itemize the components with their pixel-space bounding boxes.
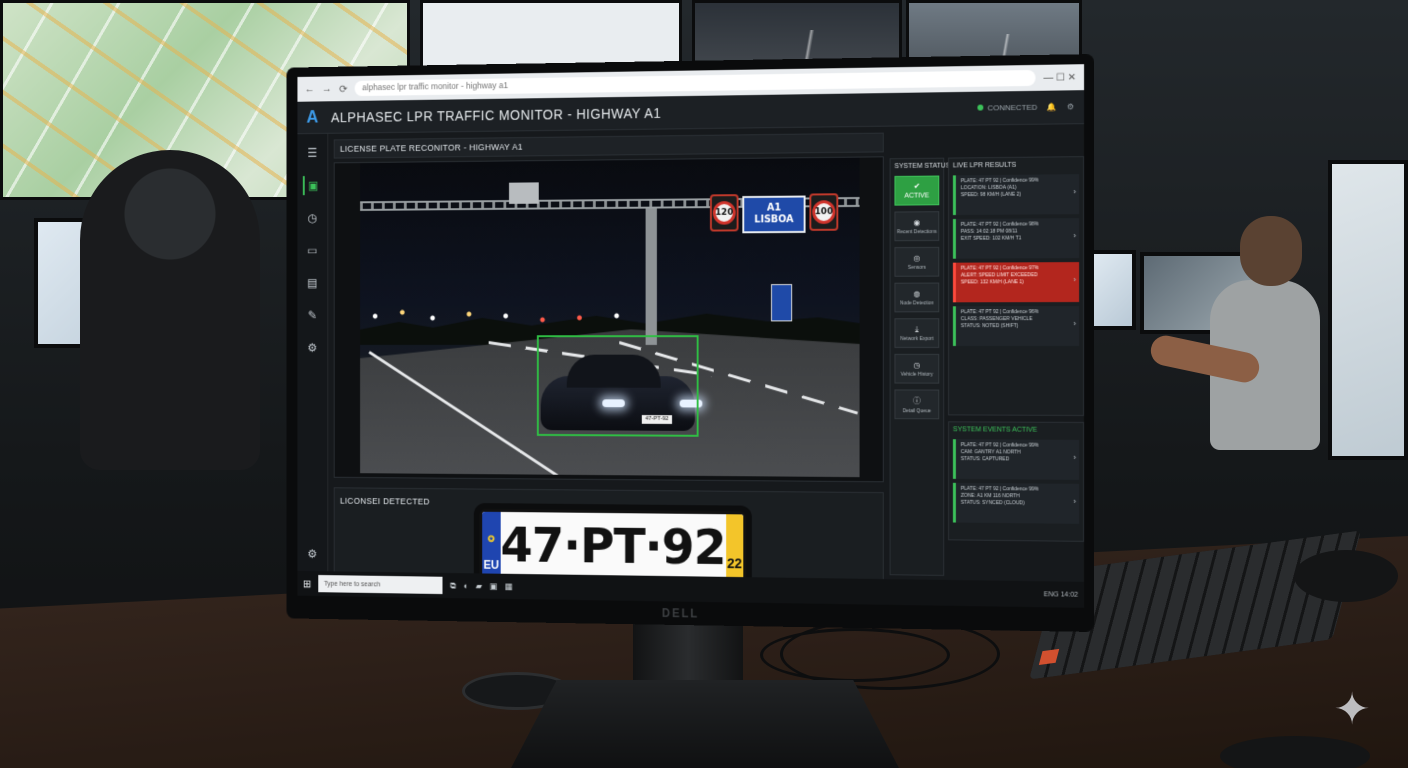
result-item[interactable]: PLATE: 47 PT 92 | Confidence 96% CLASS: … [952,306,1080,346]
side-monitor-far-right [1328,160,1408,460]
distant-traffic-lights [360,296,667,336]
settings-icon[interactable]: ⚙ [302,338,322,357]
radar-icon: ◍ [913,289,921,298]
result-item[interactable]: PLATE: 47 PT 92 | Confidence 98% PASS: 1… [952,218,1080,259]
detected-plate[interactable]: ✪ EU 47·PT·92 22 [479,508,747,585]
gantry-pillar [645,208,657,345]
node-detection-button[interactable]: ◍ Node Detection [894,282,940,313]
main-monitor: ← → ⟳ alphasec lpr traffic monitor - hig… [286,54,1094,632]
operator-left [80,150,260,470]
user-icon[interactable]: ⚙ [1067,102,1074,111]
task-view-icon[interactable]: ⧉ [450,580,456,591]
live-results-panel: LIVE LPR RESULTS PLATE: 47 PT 92 | Confi… [948,156,1085,416]
system-events-title: SYSTEM EVENTS ACTIVE [952,426,1038,434]
clock-icon: ◷ [913,360,921,370]
reload-icon[interactable]: ⟳ [339,82,347,95]
store-icon[interactable]: ▣ [490,581,498,592]
taskbar-search[interactable]: Type here to search [318,574,443,595]
sensor-icon: ◎ [913,253,921,263]
event-item[interactable]: PLATE: 47 PT 92 | Confidence 99% ZONE: A… [952,482,1080,524]
windows-start-icon[interactable]: ⊞ [303,577,311,590]
camera-feed[interactable]: 120 A1 LISBOA 100 47-PT-92 [360,157,860,478]
bell-icon[interactable]: 🔔 [1047,103,1057,112]
chevron-right-icon: › [1073,275,1077,285]
mouse[interactable] [1294,550,1398,602]
system-status-panel: SYSTEM STATUS ✔ ACTIVE ◉ Recent Detections… [889,157,951,576]
camera-icon: ◉ [913,217,921,227]
report-icon[interactable]: ▤ [302,273,322,292]
destination-label: LISBOA [754,214,794,226]
lpr-camera-unit [509,182,539,204]
sidebar: ☰ ▣ ◷ ▭ ▤ ✎ ⚙ ⚙ [297,133,329,572]
side-monitor-right-1 [1090,250,1136,330]
camera-panel-title: LICENSE PLATE RECONITOR - HIGHWAY A1 [333,132,884,159]
back-icon[interactable]: ← [305,83,315,95]
eu-band: ✪ EU [482,511,501,578]
app-icon[interactable]: ▦ [505,581,513,592]
plate-number: 47·PT·92 [500,516,726,576]
chevron-right-icon: › [1073,231,1077,241]
monitor-stand-base [510,680,900,768]
info-icon: ⓘ [912,395,921,405]
destination-sign: A1 LISBOA [742,195,806,234]
forward-icon[interactable]: → [322,83,332,95]
route-label: A1 [766,202,781,214]
chevron-right-icon: › [1073,452,1077,462]
history-icon[interactable]: ◷ [302,208,322,227]
connection-status: CONNECTED [977,103,1037,113]
check-icon: ✔ [913,181,921,191]
chevron-right-icon: › [1073,187,1077,197]
operator-head [1240,216,1302,286]
app-title: ALPHASEC LPR TRAFFIC MONITOR - HIGHWAY A… [330,104,662,125]
chevron-right-icon: › [1073,496,1077,506]
result-item[interactable]: PLATE: 47 PT 92 | Confidence 99% LOCATIO… [952,174,1080,216]
camera-feed-frame: 120 A1 LISBOA 100 47-PT-92 [333,156,884,483]
speed-limit-sign-left: 120 [709,194,739,232]
window-controls[interactable]: — ☐ ✕ [1044,72,1077,83]
monitor-icon[interactable]: ▭ [302,241,322,260]
detection-bounding-box[interactable] [536,335,699,437]
active-status-button[interactable]: ✔ ACTIVE [894,175,940,206]
recent-detections-button[interactable]: ◉ Recent Detections [894,211,940,242]
menu-icon[interactable]: ☰ [302,143,322,162]
edge-icon[interactable]: ◐ [463,581,468,591]
sensors-button[interactable]: ◎ Sensors [894,246,940,277]
live-results-title: LIVE LPR RESULTS [952,161,1017,170]
system-tray[interactable]: ENG 14:02 [1044,591,1078,598]
monitor-brand-logo: DELL [661,606,700,621]
header-status: CONNECTED 🔔 ⚙ [977,102,1074,113]
download-icon: ⤓ [915,324,919,334]
mouse-second[interactable] [1220,736,1370,768]
app-logo: A [306,107,319,127]
sparkle-icon: ✦ [1333,685,1371,734]
operator-right [1148,216,1320,466]
folder-icon[interactable]: ▰ [476,581,482,592]
event-item[interactable]: PLATE: 47 PT 92 | Confidence 99% CAM: GA… [952,439,1080,480]
network-export-button[interactable]: ⤓ Network Export [894,318,940,348]
result-item-alert[interactable]: PLATE: 47 PT 92 | Confidence 97% ALERT: … [952,262,1080,303]
tools-icon[interactable]: ✎ [302,306,322,325]
cable [760,628,950,682]
chevron-right-icon: › [1073,319,1077,329]
eu-stars-icon: ✪ [487,533,495,544]
bottom-settings-icon[interactable]: ⚙ [302,544,322,563]
speed-limit-sign-right: 100 [809,193,839,231]
system-events-status: ACTIVE [1012,426,1038,434]
taskbar: ⊞ Type here to search ⧉ ◐ ▰ ▣ ▦ ENG 14:0… [297,570,1085,608]
camera-icon[interactable]: ▣ [302,175,323,196]
monitor-screen: ← → ⟳ alphasec lpr traffic monitor - hig… [297,64,1085,608]
plate-year: 22 [725,514,744,582]
main-panel: LICENSE PLATE RECONITOR - HIGHWAY A1 120… [333,132,884,591]
system-events-panel: SYSTEM EVENTS ACTIVE PLATE: 47 PT 92 | C… [948,421,1085,542]
status-dot [977,104,984,111]
country-code: EU [483,558,499,572]
detail-queue-button[interactable]: ⓘ Detail Queue [894,389,940,420]
roadside-sign [771,284,793,322]
vehicle-history-button[interactable]: ◷ Vehicle History [894,353,940,384]
system-status-title: SYSTEM STATUS [894,162,951,171]
